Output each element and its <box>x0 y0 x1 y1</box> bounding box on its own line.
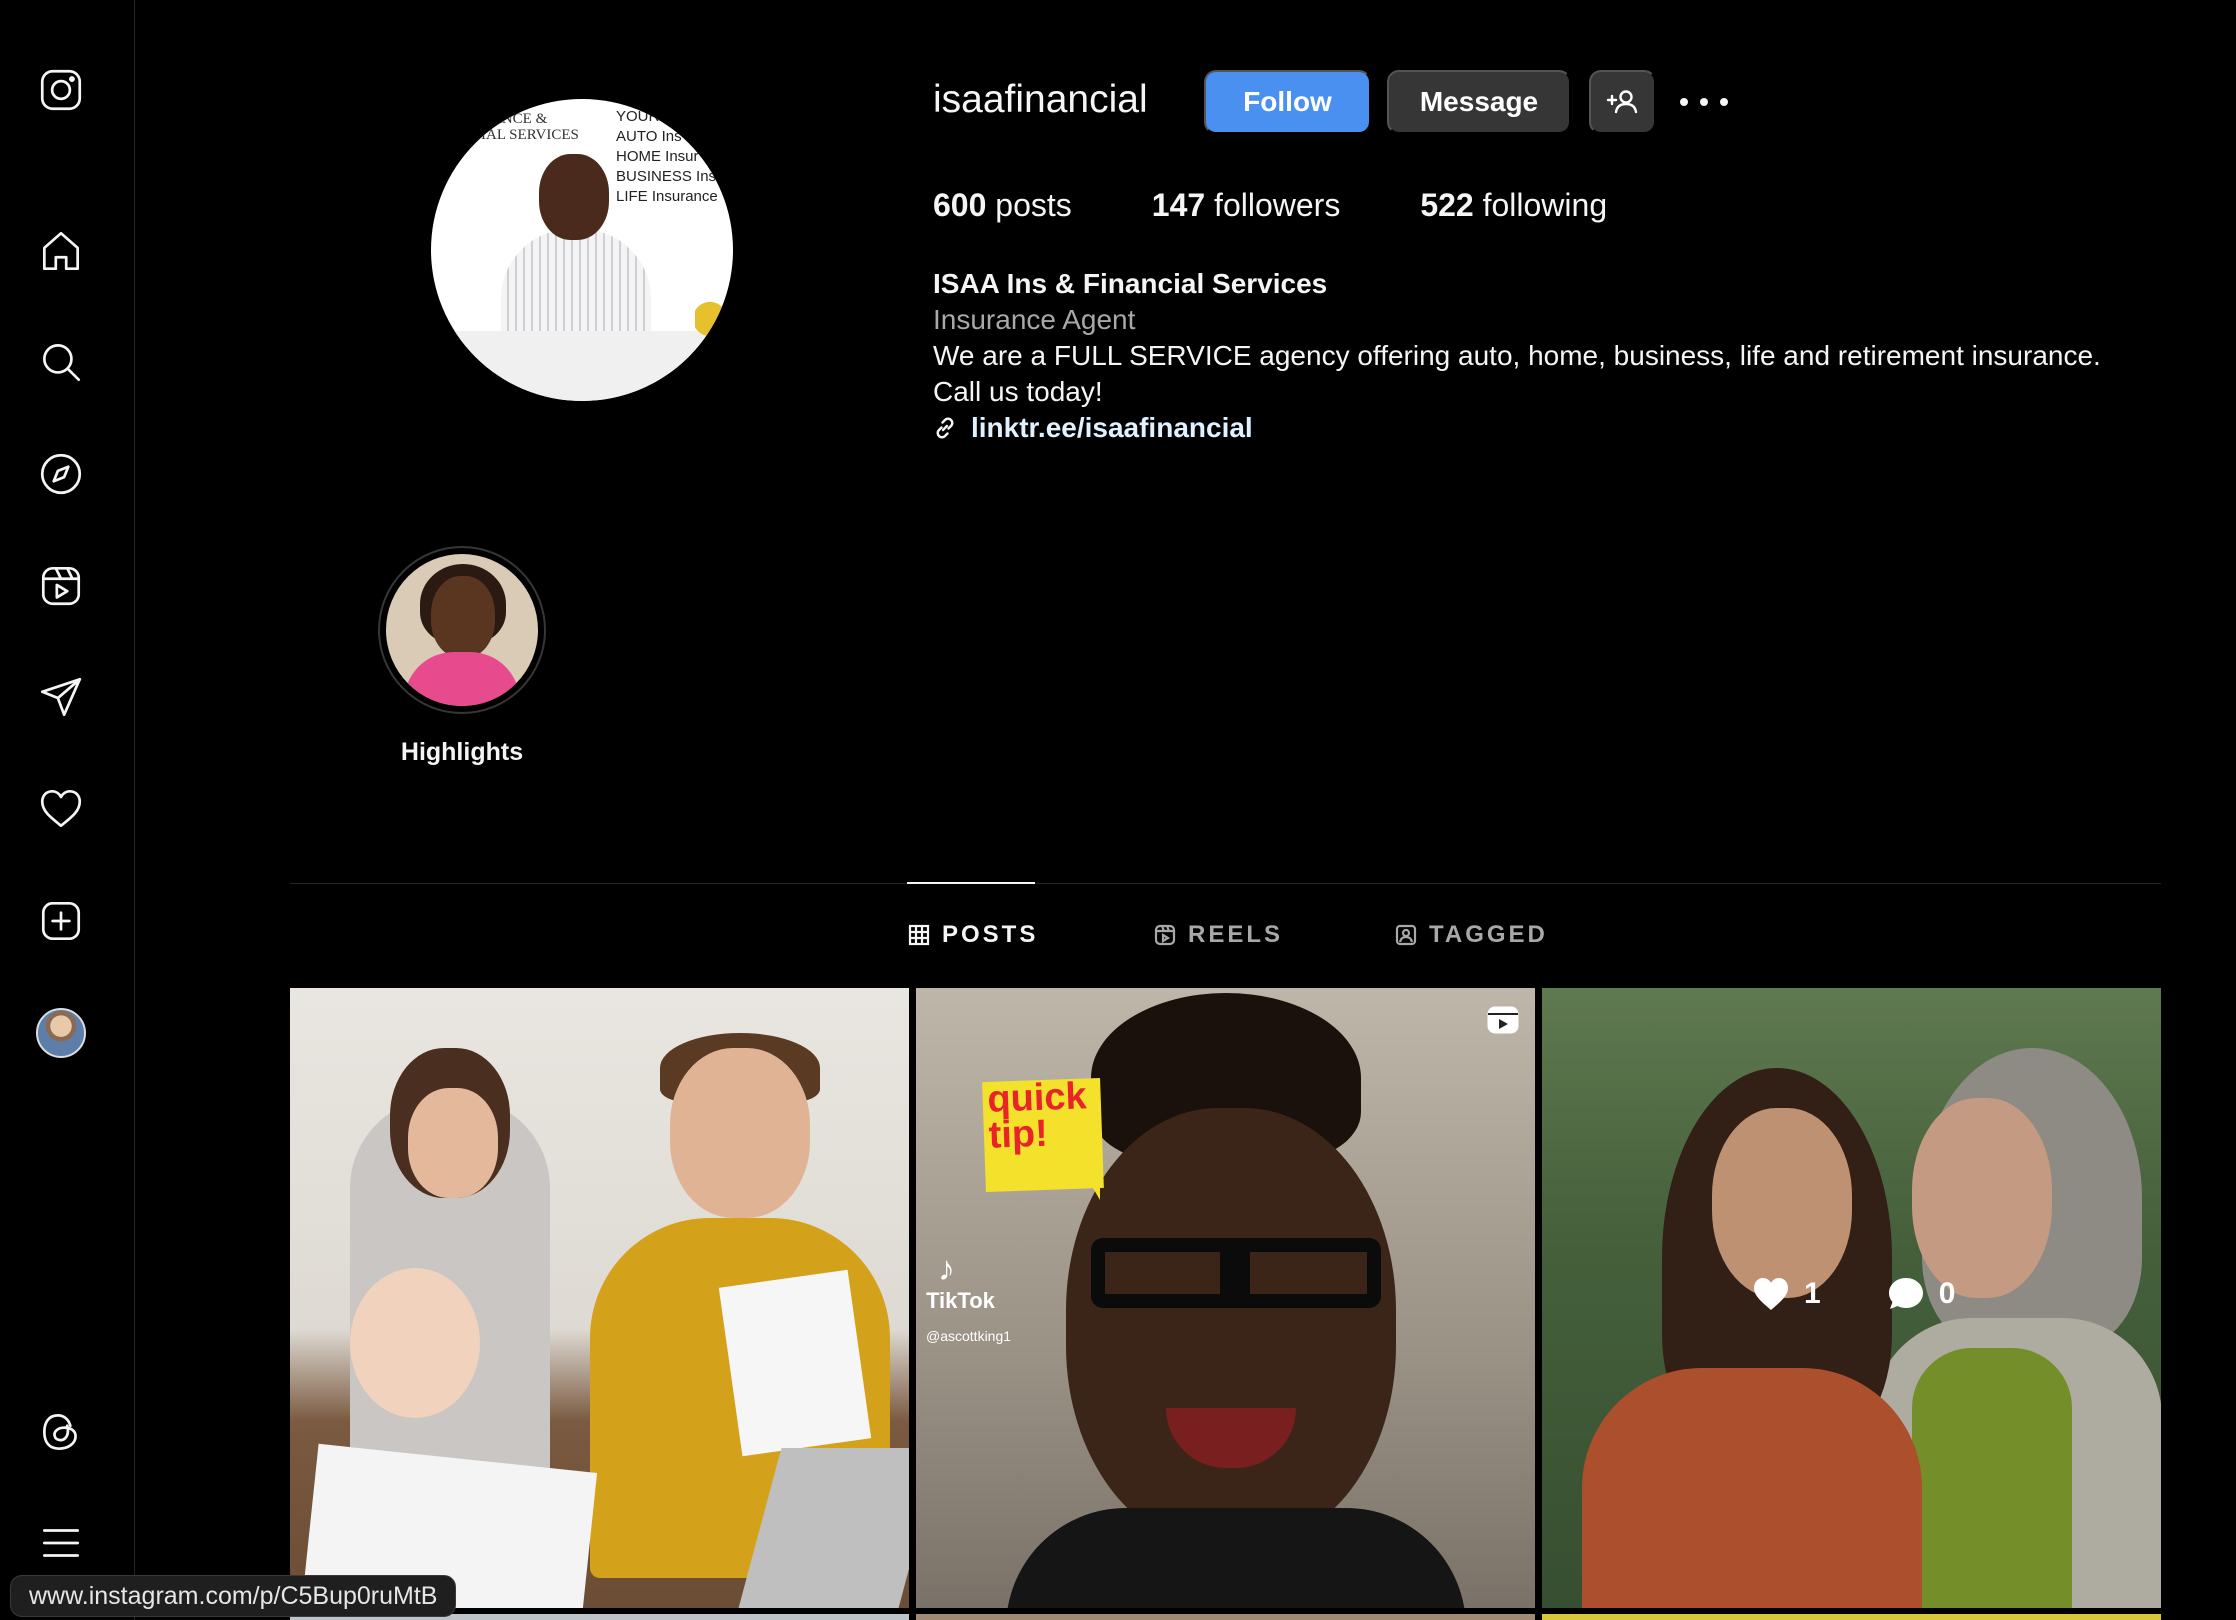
bio-link-text: linktr.ee/isaafinancial <box>971 412 1253 443</box>
post-tile-next-row[interactable] <box>916 1614 1535 1620</box>
link-icon <box>936 417 954 439</box>
profile-category: Insurance Agent <box>933 304 1136 335</box>
profile-picture[interactable]: RANCE & IAL SERVICES YOUR AUTO Ins HOME … <box>431 99 733 401</box>
comments-stat: 0 <box>1887 1276 1956 1312</box>
create-icon[interactable] <box>33 893 89 949</box>
likes-stat: 1 <box>1752 1276 1821 1312</box>
profile-bio: ISAA Ins & Financial Services Insurance … <box>933 266 2173 446</box>
tagged-icon <box>1395 924 1417 946</box>
profile-stats: 600 posts 147 followers 522 following <box>933 187 1607 224</box>
message-button[interactable]: Message <box>1387 70 1571 134</box>
profile-picture-head <box>539 154 609 240</box>
profile-full-name: ISAA Ins & Financial Services <box>933 268 1328 299</box>
tab-reels-label: REELS <box>1188 921 1284 948</box>
tabs-divider <box>290 883 2161 884</box>
follow-button[interactable]: Follow <box>1204 70 1371 134</box>
bio-link[interactable]: linktr.ee/isaafinancial <box>933 410 2173 446</box>
likes-count: 1 <box>1804 1277 1821 1310</box>
options-more-icon[interactable] <box>1680 84 1728 120</box>
heart-icon <box>1754 1278 1788 1310</box>
tiktok-icon: ♪ <box>938 1250 955 1288</box>
grid-icon <box>908 924 930 946</box>
followers-label: followers <box>1214 187 1341 223</box>
tiktok-handle: @ascottking1 <box>926 1328 1012 1344</box>
post-tile[interactable] <box>290 988 909 1608</box>
bio-text-line-1: We are a FULL SERVICE agency offering au… <box>933 340 2101 371</box>
tab-tagged[interactable]: TAGGED <box>1395 921 1548 949</box>
comment-icon <box>1888 1278 1923 1309</box>
link-status-url: www.instagram.com/p/C5Bup0ruMtB <box>10 1575 457 1617</box>
bio-text-line-2: Call us today! <box>933 376 1103 407</box>
highlight-story[interactable] <box>378 546 546 714</box>
reel-sticker-text: quick tip! <box>986 1075 1088 1157</box>
tab-posts-label: POSTS <box>942 921 1039 948</box>
posts-stat: 600 posts <box>933 187 1072 224</box>
reel-badge-icon <box>1485 1002 1521 1038</box>
active-tab-indicator <box>907 882 1035 884</box>
instagram-logo-icon[interactable] <box>33 62 89 118</box>
tiktok-watermark: TikTok <box>926 1288 995 1313</box>
following-stat[interactable]: 522 following <box>1420 187 1607 224</box>
followers-stat[interactable]: 147 followers <box>1152 187 1341 224</box>
avatar <box>36 1008 86 1058</box>
more-menu-icon[interactable] <box>33 1515 89 1571</box>
post-hover-stats: 1 0 <box>1752 1276 1955 1312</box>
suggested-users-button[interactable] <box>1589 70 1656 134</box>
tab-reels[interactable]: REELS <box>1154 921 1283 949</box>
posts-count: 600 <box>933 187 987 223</box>
tab-tagged-label: TAGGED <box>1429 921 1548 948</box>
search-icon[interactable] <box>33 334 89 390</box>
profile-username: isaafinancial <box>933 78 1148 121</box>
profile-picture-text-left: RANCE & IAL SERVICES <box>481 111 579 143</box>
left-nav-rail <box>0 0 135 1620</box>
post-tile[interactable]: 1 0 <box>1542 988 2161 1608</box>
tab-posts[interactable]: POSTS <box>908 921 1038 949</box>
profile-picture-text-right: YOUR AUTO Ins HOME Insur BUSINESS Insu L… <box>616 108 725 205</box>
notifications-icon[interactable] <box>33 781 89 837</box>
threads-icon[interactable] <box>33 1404 89 1460</box>
profile-picture-flower <box>695 289 725 349</box>
followers-count: 147 <box>1151 187 1206 223</box>
posts-label: posts <box>995 187 1072 223</box>
messages-icon[interactable] <box>33 669 89 725</box>
reels-tab-icon <box>1154 924 1176 946</box>
home-icon[interactable] <box>33 223 89 279</box>
comments-count: 0 <box>1938 1277 1956 1310</box>
following-label: following <box>1482 187 1608 223</box>
following-count: 522 <box>1420 187 1474 223</box>
profile-picture-desk <box>431 331 733 401</box>
highlight-cover-image <box>386 554 538 706</box>
post-tile-reel[interactable]: quick tip! ♪ TikTok @ascottking1 <box>916 988 1535 1608</box>
profile-avatar[interactable] <box>33 1005 89 1061</box>
add-user-icon <box>1606 90 1637 114</box>
explore-icon[interactable] <box>33 446 89 502</box>
post-tile-next-row[interactable] <box>1542 1614 2161 1620</box>
reels-icon[interactable] <box>33 558 89 614</box>
highlight-label: Highlights <box>400 738 524 766</box>
